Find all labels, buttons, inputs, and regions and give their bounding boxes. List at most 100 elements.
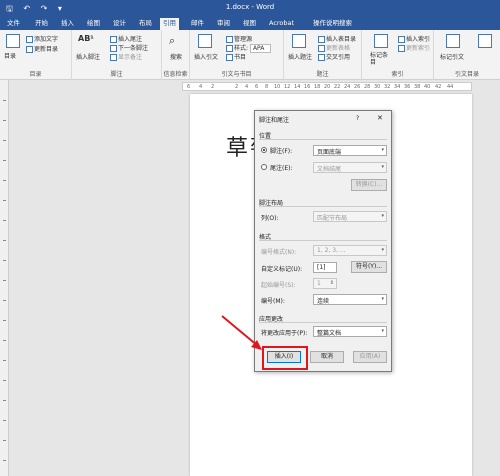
manage-sources-label: 管理源 [234,36,253,43]
title-bar: 🖫 ↶ ↷ ▾ 1.docx - Word [0,0,500,16]
help-button[interactable]: ? [356,115,359,122]
tab-design[interactable]: 设计 [110,18,129,30]
symbol-button[interactable]: 符号(Y)... [351,261,387,273]
ruler-tick: 16 [304,84,311,90]
convert-button[interactable]: 转换(C)... [351,179,387,191]
chevron-down-icon: ▾ [381,328,384,334]
show-notes-icon [110,54,117,61]
ruler-tick: 38 [414,84,421,90]
search-button[interactable]: 搜索 [170,52,182,61]
ruler-tick: 4 [245,84,249,90]
cancel-button[interactable]: 取消 [310,351,344,363]
numbering-value: 连续 [317,298,330,305]
ruler-tick: 6 [255,84,259,90]
endnote-label: 尾注(E): [270,165,293,172]
tab-file[interactable]: 文件 [4,18,23,30]
tab-review[interactable]: 审阅 [214,18,233,30]
tab-acrobat[interactable]: Acrobat [266,18,297,30]
update-table-button[interactable]: 更新表格 [318,43,350,52]
group-captions: 插入题注 插入表目录 更新表格 交叉引用 题注 [284,30,362,80]
footnote-ab-icon: AB¹ [78,34,94,43]
style-selector[interactable]: 样式: APA [226,43,272,53]
insert-endnote-label: 插入尾注 [118,36,143,43]
tab-view[interactable]: 视图 [240,18,259,30]
insert-footnote-button[interactable]: 插入脚注 [76,52,100,61]
manage-sources-icon [226,36,233,43]
divider [259,139,387,140]
show-notes-button[interactable]: 显示备注 [110,52,142,61]
insert-caption-button[interactable]: 插入题注 [288,52,312,61]
toc-button[interactable]: 目录 [4,51,16,60]
ruler-tick: 4 [199,84,203,90]
chevron-down-icon: ▾ [381,213,384,219]
ruler-tick: 36 [404,84,411,90]
tab-insert[interactable]: 插入 [58,18,77,30]
ruler-tick: 18 [314,84,321,90]
bibliography-button[interactable]: 书目 [226,52,246,61]
group-label-research: 信息检索 [163,71,188,78]
numbering-label: 编号(M): [261,298,285,305]
next-footnote-button[interactable]: 下一条脚注 [110,43,148,52]
bibliography-icon [226,54,233,61]
ruler-tick: 26 [354,84,361,90]
cross-reference-button[interactable]: 交叉引用 [318,52,350,61]
cross-reference-label: 交叉引用 [326,54,351,61]
add-text-button[interactable]: 添加文字 [26,34,58,43]
insert-endnote-button[interactable]: 插入尾注 [110,34,142,43]
manage-sources-button[interactable]: 管理源 [226,34,252,43]
tab-tell-me[interactable]: 操作说明搜索 [310,18,355,30]
custom-mark-label: 自定义标记(U): [261,266,303,273]
close-icon[interactable]: ✕ [377,114,383,122]
insert-table-figures-button[interactable]: 插入表目录 [318,34,356,43]
table-figures-icon [318,36,325,43]
ruler-tick [3,180,6,181]
bibliography-label: 书目 [234,54,247,61]
ruler-tick [3,420,6,421]
ruler-tick [3,120,6,121]
update-index-button[interactable]: 更新索引 [398,43,430,52]
apply-button[interactable]: 应用(A) [353,351,387,363]
tab-mailings[interactable]: 邮件 [188,18,207,30]
tab-draw[interactable]: 绘图 [84,18,103,30]
style-value: APA [249,44,272,53]
style-label: 样式: [234,45,249,52]
numbering-select[interactable]: 连续 ▾ [313,294,387,305]
chevron-down-icon: ▾ [381,247,384,253]
vertical-ruler[interactable] [0,80,9,476]
start-at-spinner[interactable]: 1 ⇕ [313,278,337,289]
endnote-position-select[interactable]: 文档结尾 ▾ [313,162,387,173]
insert-caption-icon [292,34,306,48]
update-index-icon [398,45,405,52]
update-table-icon [318,45,325,52]
insert-index-button[interactable]: 插入索引 [398,34,430,43]
ruler-tick: 14 [294,84,301,90]
update-index-label: 更新索引 [406,45,431,52]
update-toc-button[interactable]: 更新目录 [26,44,58,53]
ruler-tick: 24 [344,84,351,90]
mark-citation-button[interactable]: 标记引文 [440,52,464,61]
footnote-endnote-dialog: 脚注和尾注 ? ✕ 位置 脚注(F): 页面底端 ▾ 尾注(E): 文档结尾 ▾ 转… [254,110,392,372]
horizontal-ruler[interactable]: 6 4 2 2 4 6 8 10 12 14 16 18 20 22 24 26… [182,82,472,91]
tab-references[interactable]: 引用 [160,18,179,30]
endnote-radio[interactable] [261,164,267,170]
mark-entry-button[interactable]: 标记条目 [370,52,392,66]
ruler-tick [3,140,6,141]
ruler-tick [3,240,6,241]
number-format-select[interactable]: 1, 2, 3, ... ▾ [313,245,387,256]
footnote-radio[interactable] [261,147,267,153]
group-label-captions: 题注 [316,71,329,78]
tab-layout[interactable]: 布局 [136,18,155,30]
columns-select[interactable]: 匹配节布局 ▾ [313,211,387,222]
insert-citation-button[interactable]: 插入引文 [194,52,218,61]
tab-home[interactable]: 开始 [32,18,51,30]
footnote-position-select[interactable]: 页面底端 ▾ [313,145,387,156]
custom-mark-input[interactable]: [1] [313,262,337,273]
ruler-tick: 32 [384,84,391,90]
ruler-tick [3,380,6,381]
next-footnote-icon [110,45,117,52]
group-toc: 目录 添加文字 更新目录 目录 [0,30,72,80]
insert-citation-icon [198,34,212,48]
number-format-label: 编号格式(N): [261,249,297,256]
chevron-down-icon: ▾ [381,164,384,170]
apply-to-select[interactable]: 整篇文档 ▾ [313,326,387,337]
